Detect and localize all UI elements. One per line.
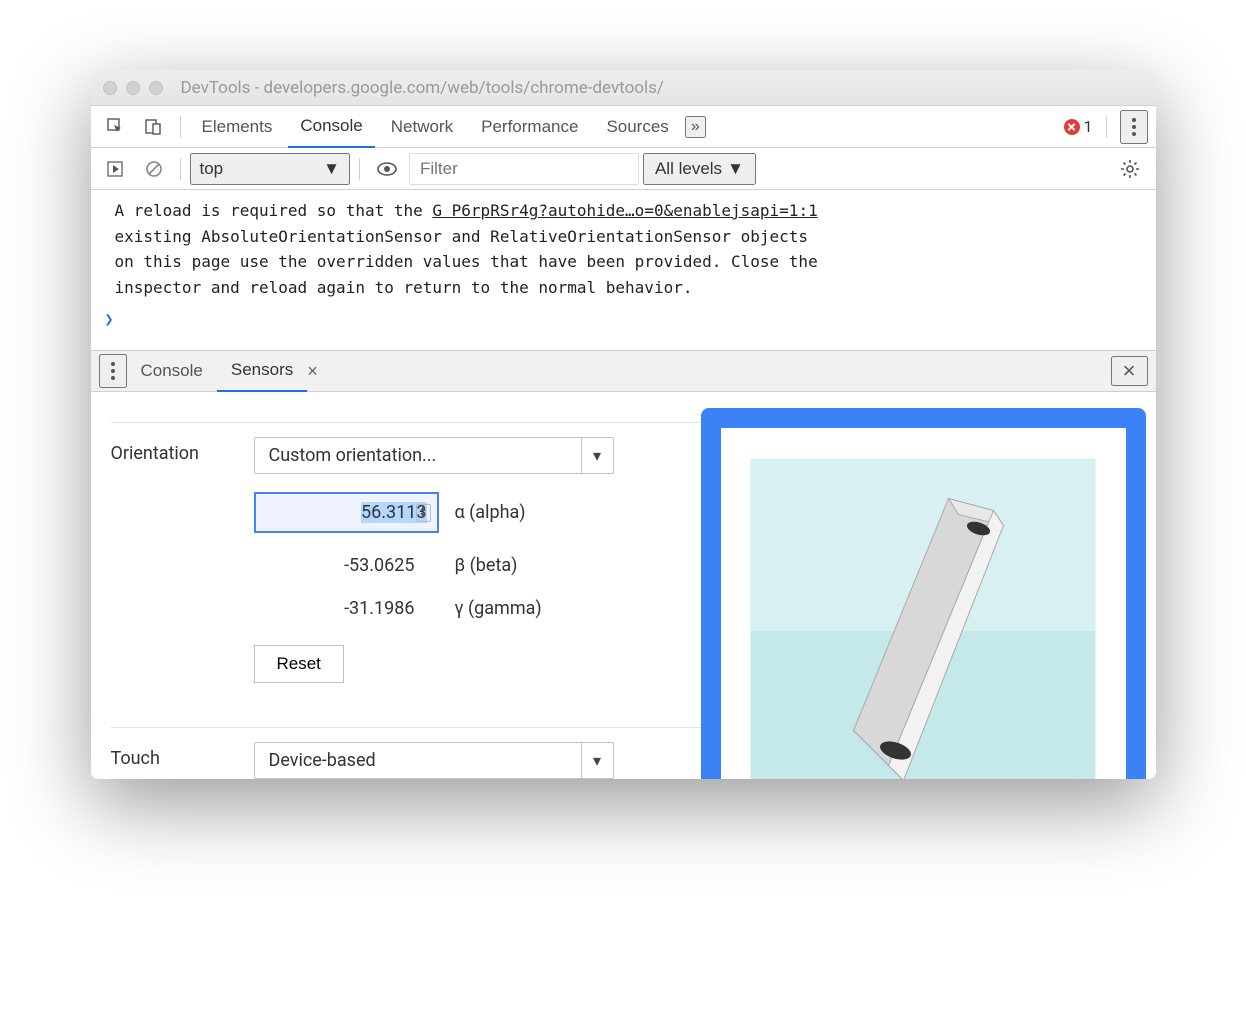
minimize-window-button[interactable] <box>126 81 140 95</box>
chevron-down-icon: ▼ <box>727 159 744 179</box>
drawer-tabs-bar: Console Sensors × × <box>91 350 1156 392</box>
console-settings-icon[interactable] <box>1112 153 1148 185</box>
divider <box>180 116 181 138</box>
main-menu-button[interactable] <box>1120 110 1148 144</box>
gamma-input[interactable]: -31.1986 <box>254 598 439 619</box>
chevron-down-icon: ▾ <box>581 438 613 473</box>
filter-input[interactable] <box>409 153 639 185</box>
live-expression-icon[interactable] <box>369 156 405 182</box>
close-window-button[interactable] <box>103 81 117 95</box>
touch-value: Device-based <box>255 743 581 778</box>
source-link[interactable]: G P6rpRSr4g?autohide…o=0&enablejsapi=1:1 <box>432 201 817 220</box>
tab-performance[interactable]: Performance <box>469 107 590 147</box>
divider <box>180 158 181 180</box>
divider <box>359 158 360 180</box>
window-title: DevTools - developers.google.com/web/too… <box>181 78 664 98</box>
orientation-label: Orientation <box>111 437 236 683</box>
context-selector[interactable]: top ▼ <box>190 153 350 185</box>
error-icon <box>1064 119 1080 135</box>
tab-network[interactable]: Network <box>379 107 465 147</box>
devtools-window: DevTools - developers.google.com/web/too… <box>91 70 1156 779</box>
chevron-down-icon: ▼ <box>323 159 340 179</box>
maximize-window-button[interactable] <box>149 81 163 95</box>
alpha-input[interactable]: 56.3113 ▲▼ <box>254 492 439 533</box>
chevron-down-icon: ▾ <box>581 743 613 778</box>
orientation-preset-value: Custom orientation... <box>255 438 581 473</box>
drawer-tab-console[interactable]: Console <box>127 351 217 391</box>
console-message: A reload is required so that the G P6rpR… <box>91 198 1156 300</box>
console-output: A reload is required so that the G P6rpR… <box>91 190 1156 350</box>
tab-elements[interactable]: Elements <box>190 107 285 147</box>
tab-sources[interactable]: Sources <box>594 107 680 147</box>
console-prompt[interactable]: ❯ <box>91 306 1156 332</box>
drawer-tab-sensors[interactable]: Sensors <box>217 350 307 392</box>
beta-label: β (beta) <box>455 555 518 576</box>
levels-label: All levels <box>655 159 722 179</box>
context-value: top <box>200 159 224 179</box>
divider <box>1106 116 1107 138</box>
device-toggle-icon[interactable] <box>137 112 171 142</box>
orientation-preview[interactable] <box>751 458 1096 779</box>
traffic-lights <box>103 81 163 95</box>
inspect-element-icon[interactable] <box>99 112 133 142</box>
touch-label: Touch <box>111 742 236 779</box>
error-count: 1 <box>1084 117 1093 136</box>
sensors-panel: Orientation Custom orientation... ▾ 56.3… <box>91 422 1156 779</box>
tabs-overflow-button[interactable]: » <box>685 116 706 138</box>
beta-input[interactable]: -53.0625 <box>254 555 439 576</box>
orientation-preset-select[interactable]: Custom orientation... ▾ <box>254 437 614 474</box>
reset-button[interactable]: Reset <box>254 645 344 683</box>
close-sensors-tab-icon[interactable]: × <box>299 355 326 388</box>
error-count-badge[interactable]: 1 <box>1064 117 1093 136</box>
titlebar: DevTools - developers.google.com/web/too… <box>91 70 1156 106</box>
log-levels-selector[interactable]: All levels ▼ <box>643 153 756 185</box>
stepper-icon[interactable]: ▲▼ <box>416 504 431 522</box>
tab-console[interactable]: Console <box>288 106 374 148</box>
drawer-menu-button[interactable] <box>99 354 127 388</box>
execution-play-icon[interactable] <box>99 154 133 184</box>
main-tabs-bar: Elements Console Network Performance Sou… <box>91 106 1156 148</box>
console-toolbar: top ▼ All levels ▼ <box>91 148 1156 190</box>
close-drawer-icon[interactable]: × <box>1111 356 1148 386</box>
highlight-annotation <box>701 408 1146 779</box>
touch-select[interactable]: Device-based ▾ <box>254 742 614 779</box>
gamma-label: γ (gamma) <box>455 598 542 619</box>
alpha-label: α (alpha) <box>455 502 526 523</box>
clear-console-icon[interactable] <box>137 154 171 184</box>
